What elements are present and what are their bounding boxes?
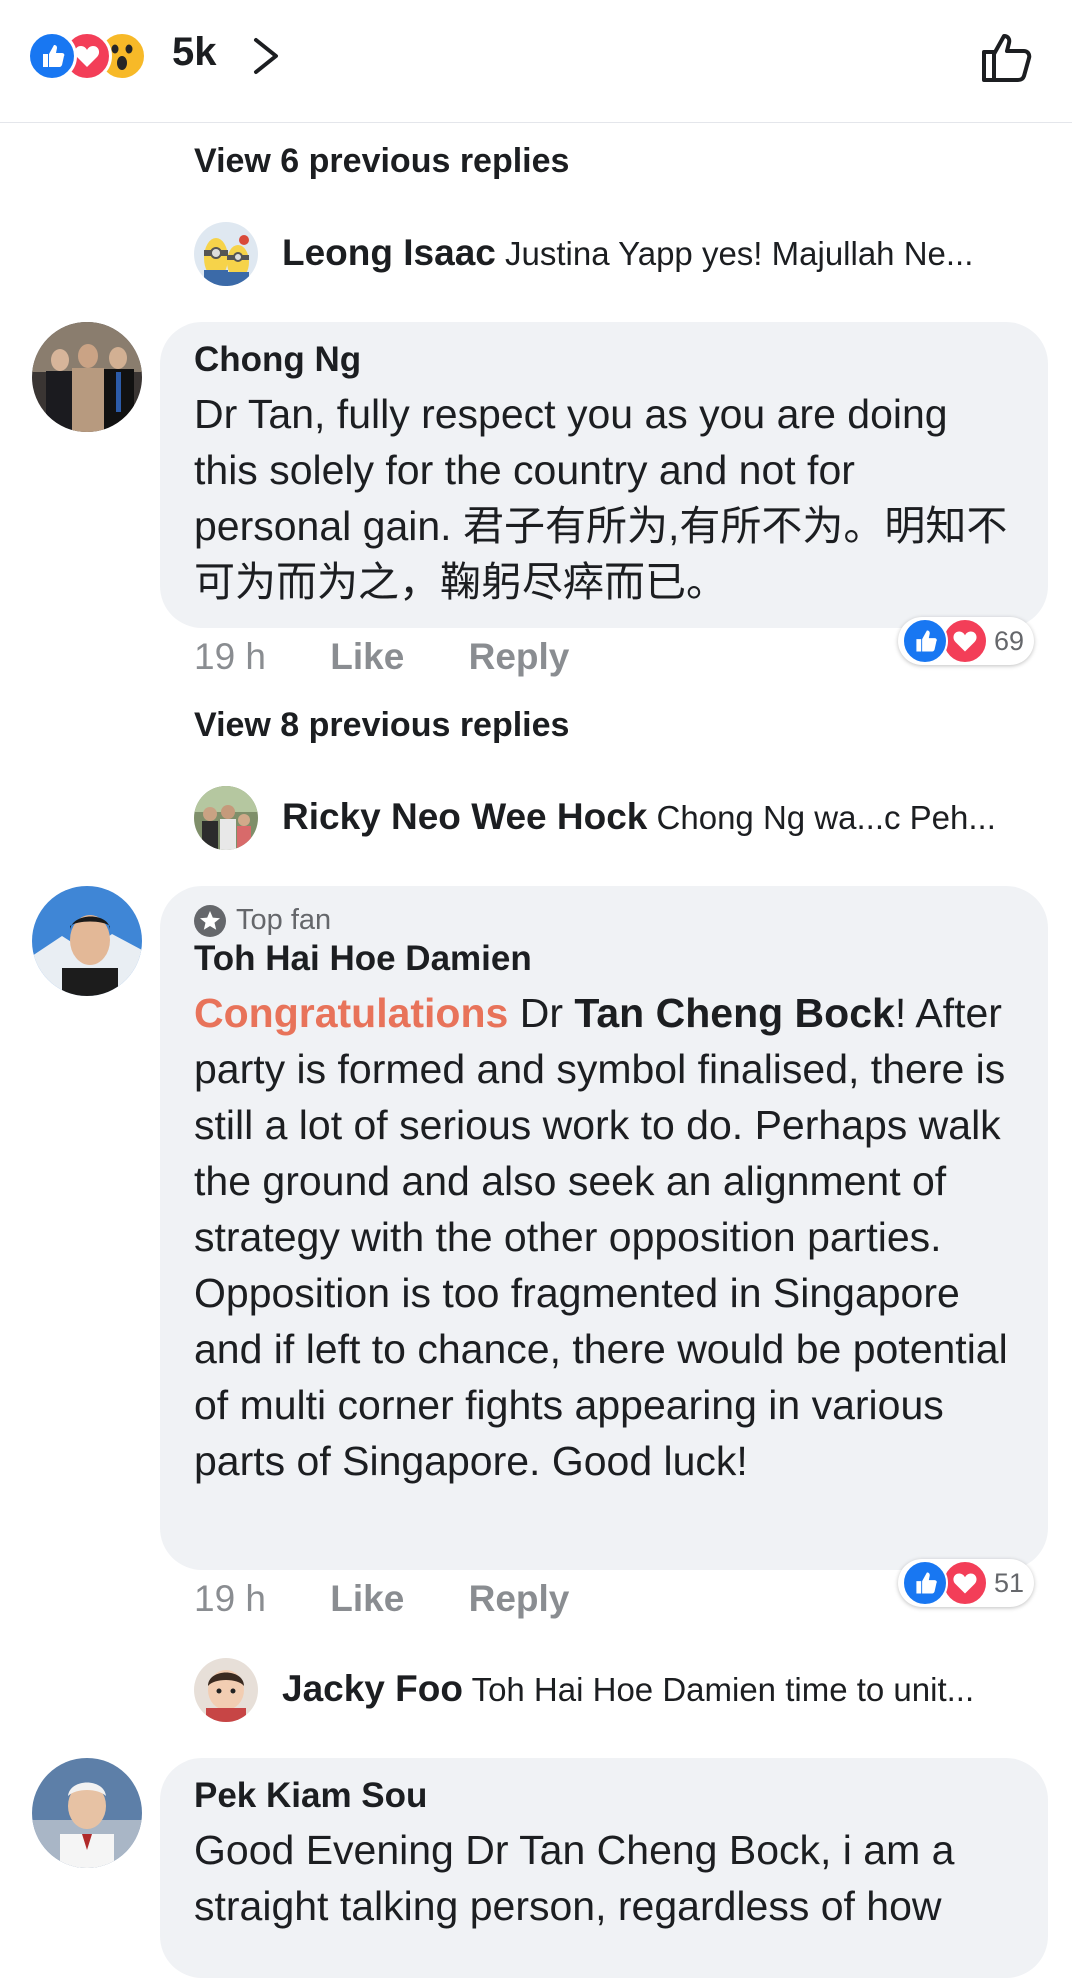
reply-author-name[interactable]: Leong Isaac [282,232,496,273]
comment-bubble: Chong Ng Dr Tan, fully respect you as yo… [160,322,1048,628]
reaction-count[interactable]: 5k [172,30,217,75]
like-button-icon[interactable] [978,28,1036,86]
comment-actions: 19 h Like Reply [194,636,569,678]
reaction-count: 51 [994,1567,1025,1598]
comment-bubble: Pek Kiam Sou Good Evening Dr Tan Cheng B… [160,1758,1048,1978]
avatar[interactable] [194,222,258,286]
comment-author-name[interactable]: Toh Hai Hoe Damien [194,939,1016,979]
top-fan-label: Top fan [236,904,332,936]
view-previous-replies-link[interactable]: View 8 previous replies [194,706,569,745]
comment-text: Congratulations Dr Tan Cheng Bock! After… [194,985,1016,1489]
avatar[interactable] [32,322,142,432]
reply-link[interactable]: Reply [469,1578,570,1620]
highlighted-word[interactable]: Congratulations [194,990,508,1036]
reply-text: Toh Hai Hoe Damien time to unit... [471,1671,975,1708]
like-link[interactable]: Like [330,1578,404,1620]
top-fan-badge: Top fan [194,904,1016,937]
love-reaction-icon [942,618,988,664]
reply-preview[interactable]: Jacky Foo Toh Hai Hoe Damien time to uni… [194,1658,1034,1722]
reaction-count: 69 [994,625,1025,656]
reply-text: Justina Yapp yes! Majullah Ne... [505,235,974,272]
chevron-right-icon[interactable] [246,34,286,78]
comment-text: Dr Tan, fully respect you as you are doi… [194,391,1008,605]
mentioned-name[interactable]: Tan Cheng Bock [574,990,894,1036]
comment-timestamp[interactable]: 19 h [194,1578,266,1620]
comment-timestamp[interactable]: 19 h [194,636,266,678]
like-reaction-icon [902,618,948,664]
avatar[interactable] [32,886,142,996]
comment-author-name[interactable]: Pek Kiam Sou [194,1776,1016,1816]
love-reaction-icon [942,1560,988,1606]
reply-preview[interactable]: Leong Isaac Justina Yapp yes! Majullah N… [194,222,1034,286]
reply-link[interactable]: Reply [469,636,570,678]
star-icon [194,904,226,937]
comment-text-segment: Dr [508,990,575,1036]
view-previous-replies-link[interactable]: View 6 previous replies [194,142,569,181]
comment-author-name[interactable]: Chong Ng [194,340,1016,380]
reply-text: Chong Ng wa...c Peh... [656,799,996,836]
reactions-header[interactable]: 5k [0,0,1072,123]
like-reaction-icon [27,31,77,81]
like-reaction-icon [902,1560,948,1606]
comment-text: Good Evening Dr Tan Cheng Bock, i am a s… [194,1827,955,1929]
reply-preview[interactable]: Ricky Neo Wee Hock Chong Ng wa...c Peh..… [194,786,1034,850]
comment-bubble: Top fan Toh Hai Hoe Damien Congratulatio… [160,886,1048,1570]
avatar[interactable] [194,1658,258,1722]
avatar[interactable] [32,1758,142,1868]
reply-author-name[interactable]: Jacky Foo [282,1668,463,1709]
reply-author-name[interactable]: Ricky Neo Wee Hock [282,796,647,837]
comment-reactions[interactable]: 51 [898,1559,1035,1607]
avatar[interactable] [194,786,258,850]
comment-actions: 19 h Like Reply [194,1578,569,1620]
like-link[interactable]: Like [330,636,404,678]
comment-reactions[interactable]: 69 [898,617,1035,665]
comment-text-segment: ! After party is formed and symbol final… [194,990,1008,1484]
